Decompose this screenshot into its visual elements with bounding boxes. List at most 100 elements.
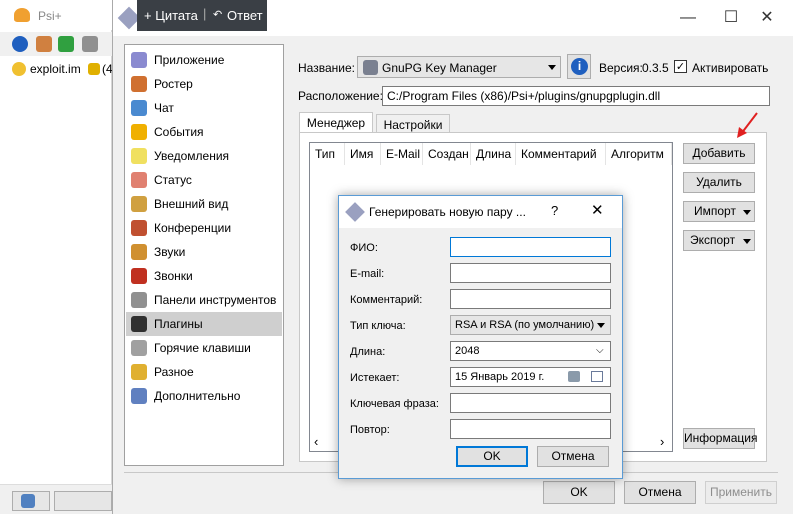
nav-item[interactable]: Звуки xyxy=(126,240,282,264)
dialog-ok-button[interactable]: OK xyxy=(456,446,528,467)
info-button[interactable]: Информация xyxy=(683,428,757,449)
nav-item-label: Статус xyxy=(154,173,192,187)
tab-settings[interactable]: Настройки xyxy=(376,114,450,133)
column-length[interactable]: Длина xyxy=(471,143,516,165)
options-nav-list: Приложение Ростер Чат События Уведомления Ста… xyxy=(124,44,284,466)
column-email[interactable]: E-Mail xyxy=(381,143,423,165)
delete-button[interactable]: Удалить xyxy=(683,172,755,193)
nav-item-label: Чат xyxy=(154,101,174,115)
column-name[interactable]: Имя xyxy=(345,143,381,165)
chevron-down-icon xyxy=(743,210,751,215)
length-select[interactable]: 2048 ⌵ xyxy=(450,341,611,361)
nav-item-label: Звуки xyxy=(154,245,186,259)
close-button[interactable]: ✕ xyxy=(747,0,787,36)
nav-item[interactable]: Панели инструментов xyxy=(126,288,282,312)
column-comment[interactable]: Комментарий xyxy=(516,143,606,165)
key-type-select[interactable]: RSA и RSA (по умолчанию) xyxy=(450,315,611,335)
email-input[interactable] xyxy=(450,263,611,283)
add-contact-icon[interactable] xyxy=(36,36,52,52)
name-label: Название: xyxy=(298,61,355,75)
contact-name: exploit.im xyxy=(30,62,81,76)
repeat-input[interactable] xyxy=(450,419,611,439)
status-button[interactable] xyxy=(12,491,50,511)
length-value: 2048 xyxy=(455,345,480,357)
import-button[interactable]: Импорт xyxy=(683,201,755,222)
roster-contact[interactable]: exploit.im (4 xyxy=(12,61,113,79)
dialog-close-button[interactable]: ✕ xyxy=(591,201,604,219)
tab-manager[interactable]: Менеджер xyxy=(299,112,373,133)
separator: | xyxy=(203,6,207,21)
nav-item-label: События xyxy=(154,125,204,139)
status-icon[interactable] xyxy=(58,36,74,52)
repeat-label: Повтор: xyxy=(350,424,390,436)
export-button[interactable]: Экспорт xyxy=(683,230,755,251)
ok-button[interactable]: OK xyxy=(543,481,615,504)
nav-item-label: Горячие клавиши xyxy=(154,341,251,355)
column-algorithm[interactable]: Алгоритм xyxy=(606,143,672,165)
add-button[interactable]: Добавить xyxy=(683,143,755,164)
column-created[interactable]: Создан xyxy=(423,143,471,165)
quote-button[interactable]: + Цитата xyxy=(144,8,198,23)
palette-icon xyxy=(131,196,147,212)
nav-item-label: Ростер xyxy=(154,77,193,91)
quote-reply-bar: + Цитата | ↶ Ответ xyxy=(137,0,267,31)
nav-item[interactable]: Горячие клавиши xyxy=(126,336,282,360)
nav-item[interactable]: Звонки xyxy=(126,264,282,288)
calendar-icon[interactable] xyxy=(591,371,603,382)
group-icon xyxy=(131,220,147,236)
nav-item[interactable]: Статус xyxy=(126,168,282,192)
passphrase-input[interactable] xyxy=(450,393,611,413)
nav-item[interactable]: Уведомления xyxy=(126,144,282,168)
bulb-icon xyxy=(131,148,147,164)
chevron-down-icon xyxy=(597,323,605,328)
column-type[interactable]: Тип xyxy=(310,143,345,165)
nav-item[interactable]: Дополнительно xyxy=(126,384,282,408)
clear-date-icon[interactable] xyxy=(568,371,580,382)
location-field[interactable]: C:/Program Files (x86)/Psi+/plugins/gnup… xyxy=(382,86,770,106)
tools-icon[interactable] xyxy=(82,36,98,52)
nav-item[interactable]: Чат xyxy=(126,96,282,120)
help-button[interactable]: ? xyxy=(551,203,558,218)
nav-item-label: Дополнительно xyxy=(154,389,241,403)
nav-item[interactable]: Конференции xyxy=(126,216,282,240)
maximize-button[interactable]: ☐ xyxy=(711,0,751,36)
roster-toolbar xyxy=(0,32,112,56)
nav-item[interactable]: Приложение xyxy=(126,48,282,72)
version-value: 0.3.5 xyxy=(642,61,669,75)
comment-input[interactable] xyxy=(450,289,611,309)
activate-checkbox[interactable]: ✓ xyxy=(674,60,687,73)
reply-button[interactable]: Ответ xyxy=(227,8,263,23)
apply-button[interactable]: Применить xyxy=(705,481,777,504)
expires-date-field[interactable]: 15 Январь 2019 г. xyxy=(450,367,611,387)
chevron-down-icon: ⌵ xyxy=(596,345,604,356)
plugin-icon xyxy=(363,60,378,75)
annotation-arrow-icon xyxy=(737,112,758,138)
info-icon: i xyxy=(571,58,588,75)
fio-label: ФИО: xyxy=(350,242,378,254)
nav-item-label: Плагины xyxy=(154,317,203,331)
dialog-cancel-button[interactable]: Отмена xyxy=(537,446,609,467)
fio-input[interactable] xyxy=(450,237,611,257)
keyboard-icon xyxy=(131,340,147,356)
roster-icon xyxy=(131,76,147,92)
plugin-name-combo[interactable]: GnuPG Key Manager xyxy=(357,56,561,78)
nav-item-label: Приложение xyxy=(154,53,225,67)
scroll-right-icon[interactable]: › xyxy=(660,434,664,449)
info-icon[interactable] xyxy=(12,36,28,52)
nav-item[interactable]: Внешний вид xyxy=(126,192,282,216)
plugin-info-button[interactable]: i xyxy=(567,54,591,79)
chevron-down-icon xyxy=(548,65,556,70)
cancel-button[interactable]: Отмена xyxy=(624,481,696,504)
email-label: E-mail: xyxy=(350,268,385,280)
status-combo[interactable] xyxy=(54,491,112,511)
scroll-left-icon[interactable]: ‹ xyxy=(314,434,318,449)
nav-item[interactable]: Плагины xyxy=(126,312,282,336)
passphrase-label: Ключевая фраза: xyxy=(350,398,439,410)
export-label: Экспорт xyxy=(690,233,736,247)
nav-item[interactable]: События xyxy=(126,120,282,144)
nav-item[interactable]: Ростер xyxy=(126,72,282,96)
gears-icon xyxy=(131,388,147,404)
minimize-button[interactable]: — xyxy=(668,0,708,36)
nav-item[interactable]: Разное xyxy=(126,360,282,384)
home-icon xyxy=(131,172,147,188)
